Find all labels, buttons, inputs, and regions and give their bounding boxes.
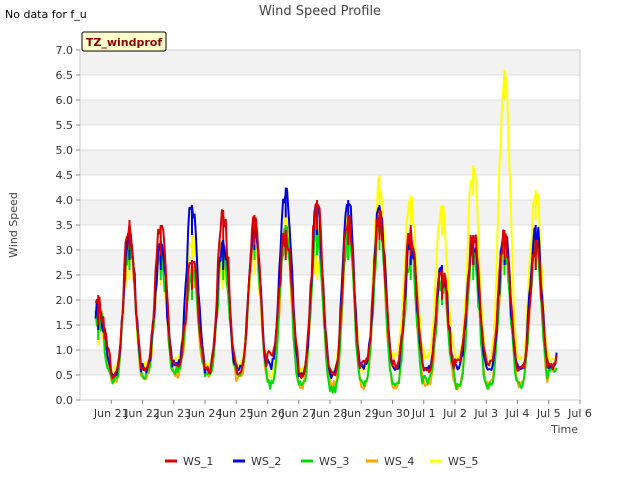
y-tick-label: 3.0	[56, 244, 74, 257]
x-axis: Jun 21Jun 22Jun 23Jun 24Jun 25Jun 26Jun …	[93, 400, 592, 420]
x-tick-label: Jun 25	[218, 407, 254, 420]
x-axis-label: Time	[550, 423, 578, 436]
y-tick-label: 1.5	[56, 319, 74, 332]
grid-band	[80, 100, 580, 125]
legend-label: WS_5	[448, 455, 478, 468]
y-tick-label: 4.0	[56, 194, 74, 207]
x-tick-label: Jul 6	[567, 407, 592, 420]
y-tick-label: 1.0	[56, 344, 74, 357]
x-tick-label: Jun 30	[374, 407, 410, 420]
x-tick-label: Jun 29	[343, 407, 379, 420]
y-tick-label: 0.0	[56, 394, 74, 407]
y-tick-label: 2.5	[56, 269, 74, 282]
x-tick-label: Jul 3	[473, 407, 498, 420]
grid-bands	[80, 49, 580, 401]
x-tick-label: Jun 27	[280, 407, 316, 420]
x-tick-label: Jun 23	[155, 407, 191, 420]
x-tick-label: Jun 24	[187, 407, 223, 420]
grid-band	[80, 150, 580, 175]
site-label-text: TZ_windprof	[86, 36, 162, 49]
x-tick-label: Jul 4	[505, 407, 530, 420]
legend: WS_1 WS_2 WS_3 WS_4 WS_5	[165, 455, 478, 468]
y-axis: 0.0 0.5 1.0 1.5 2.0 2.5 3.0 3.5 4.0 4.5 5.0 5.5 6.0 6…	[56, 44, 80, 407]
y-tick-label: 5.0	[56, 144, 74, 157]
chart-title: Wind Speed Profile	[259, 4, 381, 19]
legend-item-ws-4: WS_4	[366, 455, 414, 468]
x-tick-label: Jul 2	[442, 407, 467, 420]
legend-label: WS_1	[183, 455, 213, 468]
y-axis-label: Wind Speed	[7, 192, 20, 258]
legend-item-ws-3: WS_3	[301, 455, 349, 468]
legend-label: WS_4	[384, 455, 414, 468]
grid-band	[80, 200, 580, 225]
y-tick-label: 3.5	[56, 219, 74, 232]
legend-item-ws-2: WS_2	[233, 455, 281, 468]
y-tick-label: 6.0	[56, 94, 74, 107]
y-tick-label: 6.5	[56, 69, 74, 82]
site-label-box: TZ_windprof	[81, 31, 167, 52]
y-tick-label: 0.5	[56, 369, 74, 382]
x-tick-label: Jun 22	[124, 407, 160, 420]
y-tick-label: 4.5	[56, 169, 74, 182]
x-tick-label: Jun 26	[249, 407, 285, 420]
y-tick-label: 5.5	[56, 119, 74, 132]
legend-label: WS_2	[251, 455, 281, 468]
x-tick-label: Jul 1	[411, 407, 436, 420]
x-tick-label: Jun 28	[312, 407, 348, 420]
x-tick-label: Jun 21	[93, 407, 129, 420]
x-tick-label: Jul 5	[536, 407, 561, 420]
wind-speed-chart: No data for f_u Wind Speed Profile 0.00.…	[5, 4, 592, 468]
no-data-notice: No data for f_u	[5, 8, 87, 21]
legend-item-ws-5: WS_5	[430, 455, 478, 468]
y-tick-label: 7.0	[56, 44, 74, 57]
legend-label: WS_3	[319, 455, 349, 468]
legend-item-ws-1: WS_1	[165, 455, 213, 468]
y-tick-label: 2.0	[56, 294, 74, 307]
